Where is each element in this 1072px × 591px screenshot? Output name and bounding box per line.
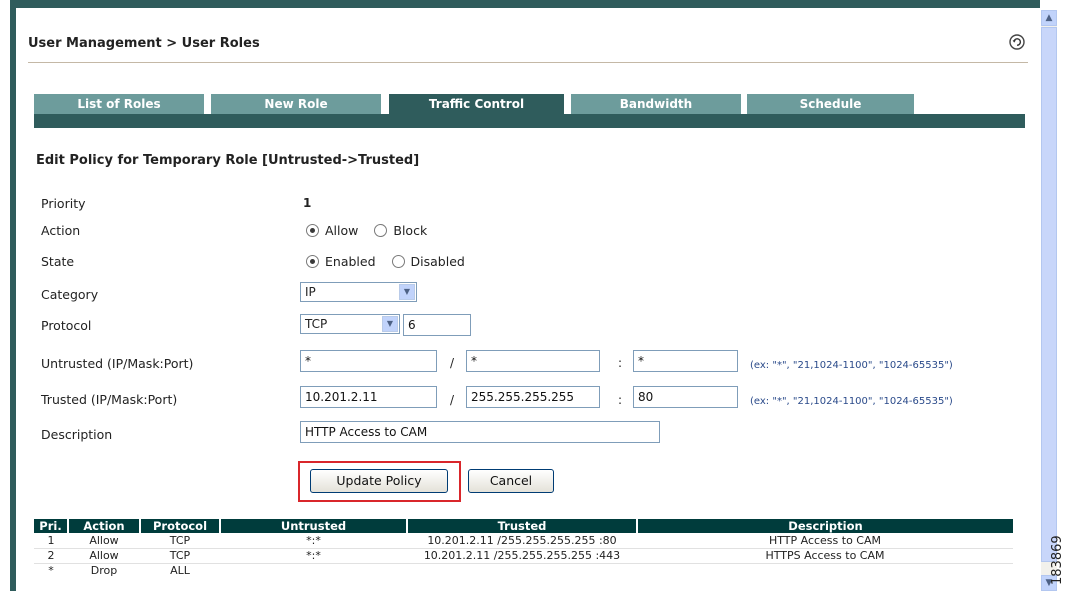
chevron-down-icon: ▼ — [382, 316, 398, 332]
breadcrumb: User Management > User Roles — [28, 36, 260, 51]
tab-bar: List of Roles New Role Traffic Control B… — [34, 94, 1025, 114]
action-allow-label: Allow — [325, 223, 359, 238]
state-label: State — [41, 254, 75, 269]
cell-action: Allow — [68, 533, 140, 549]
priority-label: Priority — [41, 196, 86, 211]
col-header-description: Description — [637, 519, 1013, 533]
tab-bandwidth[interactable]: Bandwidth — [571, 94, 741, 114]
table-header-row: Pri. Action Protocol Untrusted Trusted D… — [34, 519, 1013, 533]
untrusted-colon: : — [618, 356, 623, 370]
cell-action: Drop — [90, 564, 118, 578]
cell-priority: * — [48, 564, 54, 578]
protocol-number-input[interactable]: 6 — [403, 314, 471, 336]
table-row[interactable]: 1 Allow TCP *:* 10.201.2.11 /255.255.255… — [34, 533, 1013, 549]
trusted-label: Trusted (IP/Mask:Port) — [41, 392, 178, 407]
chevron-down-icon: ▼ — [399, 284, 415, 300]
cell-action: Allow — [68, 548, 140, 564]
section-title: Edit Policy for Temporary Role [Untruste… — [36, 153, 420, 168]
cell-description: HTTPS Access to CAM — [637, 548, 1013, 564]
state-radio-group: Enabled Disabled — [306, 254, 481, 269]
tab-traffic-control[interactable]: Traffic Control — [389, 94, 564, 114]
untrusted-port-input[interactable]: * — [633, 350, 738, 372]
left-accent-bar — [10, 0, 16, 591]
refresh-icon[interactable] — [1009, 34, 1025, 50]
header-divider — [28, 62, 1028, 63]
state-enabled-radio[interactable] — [306, 255, 319, 268]
action-label: Action — [41, 223, 81, 238]
cell-description — [637, 563, 1013, 578]
cell-untrusted: *:* — [220, 548, 407, 564]
description-label: Description — [41, 427, 113, 442]
cell-priority: 1 — [34, 533, 68, 549]
cell-trusted: 10.201.2.11 /255.255.255.255 :443 — [407, 548, 637, 564]
col-header-untrusted: Untrusted — [220, 519, 408, 533]
cell-priority: 2 — [34, 548, 68, 564]
untrusted-label: Untrusted (IP/Mask:Port) — [41, 356, 194, 371]
col-header-protocol: Protocol — [140, 519, 221, 533]
cell-untrusted: *:* — [220, 533, 407, 549]
cell-protocol: TCP — [140, 533, 220, 549]
cell-trusted: 10.201.2.11 /255.255.255.255 :80 — [407, 533, 637, 549]
action-allow-radio[interactable] — [306, 224, 319, 237]
untrusted-mask-input[interactable]: * — [466, 350, 600, 372]
scroll-up-arrow-icon[interactable]: ▲ — [1041, 10, 1057, 26]
trusted-ip-input[interactable]: 10.201.2.11 — [300, 386, 437, 408]
description-input[interactable]: HTTP Access to CAM — [300, 421, 660, 443]
priority-value: 1 — [303, 196, 312, 210]
cell-description: HTTP Access to CAM — [637, 533, 1013, 549]
trusted-port-input[interactable]: 80 — [633, 386, 738, 408]
action-block-label: Block — [393, 223, 428, 238]
category-select-value: IP — [305, 285, 316, 299]
table-row[interactable]: 2 Allow TCP *:* 10.201.2.11 /255.255.255… — [34, 548, 1013, 564]
table-row[interactable]: * Drop ALL — [34, 563, 1013, 578]
col-header-priority: Pri. — [34, 519, 69, 533]
category-label: Category — [41, 287, 99, 302]
cell-protocol: TCP — [140, 548, 220, 564]
policy-table: Pri. Action Protocol Untrusted Trusted D… — [34, 519, 1013, 578]
untrusted-slash: / — [450, 356, 455, 370]
state-enabled-label: Enabled — [325, 254, 376, 269]
untrusted-hint: (ex: "*", "21,1024-1100", "1024-65535") — [750, 360, 953, 371]
trusted-slash: / — [450, 393, 455, 407]
untrusted-ip-input[interactable]: * — [300, 350, 437, 372]
scrollbar-thumb[interactable] — [1041, 27, 1057, 562]
action-block-radio[interactable] — [374, 224, 388, 237]
tab-new-role[interactable]: New Role — [211, 94, 381, 114]
state-disabled-label: Disabled — [410, 254, 465, 269]
tab-schedule[interactable]: Schedule — [747, 94, 914, 114]
trusted-colon: : — [618, 393, 623, 407]
top-accent-bar — [10, 0, 1040, 8]
state-disabled-radio[interactable] — [391, 255, 405, 268]
cell-protocol: ALL — [170, 564, 190, 578]
update-policy-button[interactable]: Update Policy — [310, 469, 448, 493]
figure-id: 183869 — [1050, 535, 1065, 585]
cancel-button[interactable]: Cancel — [468, 469, 554, 493]
protocol-label: Protocol — [41, 318, 92, 333]
protocol-select-value: TCP — [305, 317, 328, 331]
col-header-trusted: Trusted — [407, 519, 638, 533]
tab-list-of-roles[interactable]: List of Roles — [34, 94, 204, 114]
cell-untrusted — [220, 563, 407, 578]
action-radio-group: Allow Block — [306, 223, 443, 238]
vertical-scrollbar[interactable]: ▲ ▼ — [1041, 10, 1057, 591]
category-select[interactable]: IP ▼ — [300, 282, 417, 302]
trusted-hint: (ex: "*", "21,1024-1100", "1024-65535") — [750, 396, 953, 407]
col-header-action: Action — [68, 519, 141, 533]
trusted-mask-input[interactable]: 255.255.255.255 — [466, 386, 600, 408]
protocol-select[interactable]: TCP ▼ — [300, 314, 400, 334]
tab-underline-strip — [34, 114, 1025, 128]
cell-trusted — [407, 563, 637, 578]
